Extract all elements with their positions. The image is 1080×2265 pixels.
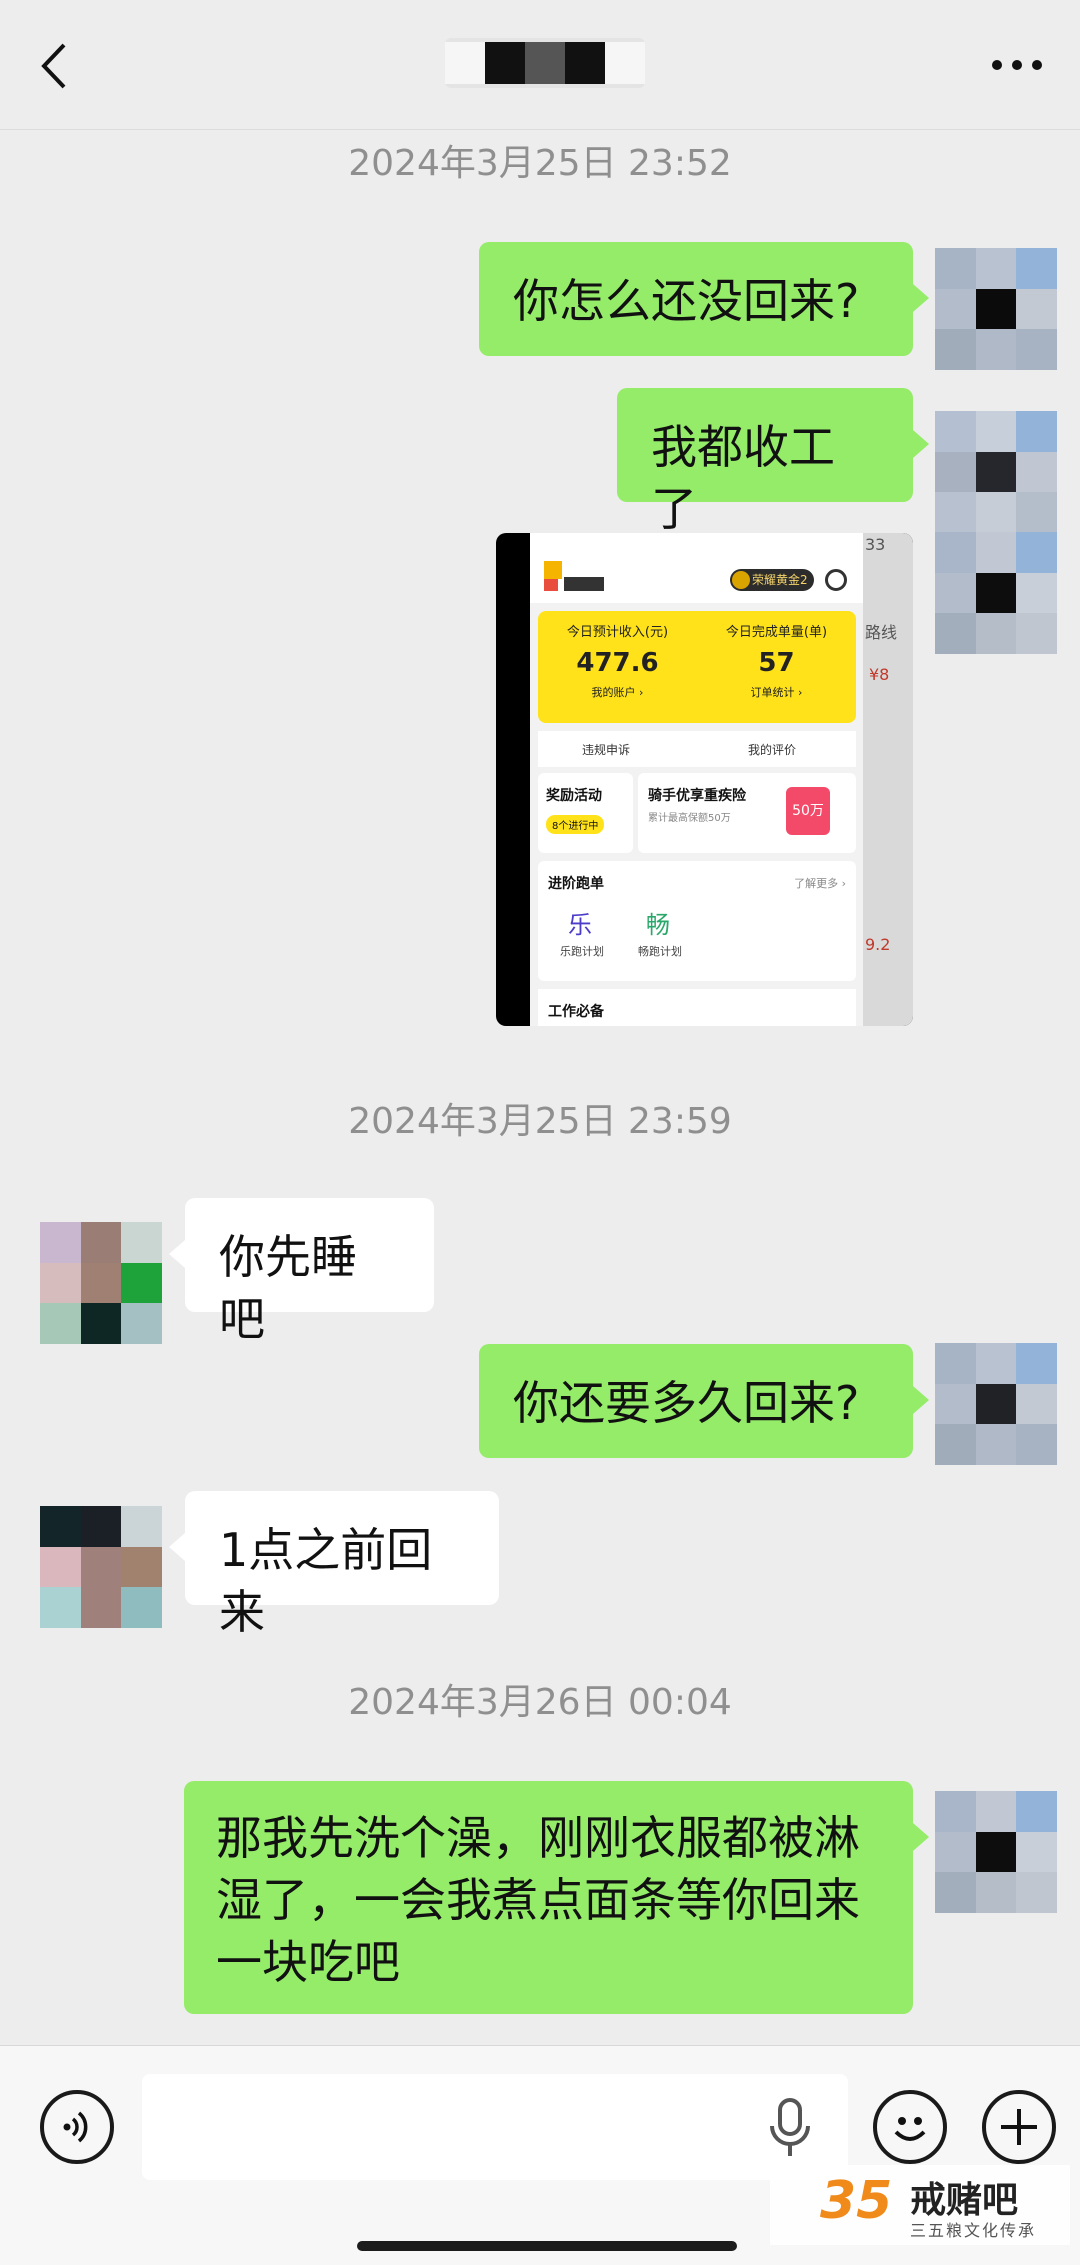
income-link: 我的账户 › [591, 686, 644, 699]
reward-card: 奖励活动 8个进行中 [538, 773, 633, 853]
work-card: 工作必备 [538, 989, 856, 1026]
side-text: 9.2 [865, 935, 891, 954]
plan2-icon: 畅 [646, 911, 670, 939]
chat-header [0, 0, 1080, 130]
more-button[interactable] [982, 40, 1052, 90]
reward-pill: 8个进行中 [546, 815, 605, 834]
my-avatar[interactable] [935, 1791, 1057, 1913]
side-text: ¥8 [869, 665, 890, 684]
insurance-sub: 累计最高保额50万 [648, 813, 731, 824]
watermark-name: 戒赌吧 [910, 2180, 1019, 2221]
timestamp: 2024年3月25日 23:52 [348, 143, 732, 184]
emoji-icon [894, 2117, 926, 2141]
income-value: 477.6 [576, 648, 659, 678]
rider-app-screenshot: 荣耀黄金2 今日预计收入(元) 477.6 我的账户 › 今日完成单量(单) 5… [530, 533, 863, 1026]
plan-card: 进阶跑单 了解更多 › 乐 畅 乐跑计划 畅跑计划 [538, 861, 856, 981]
voice-icon [63, 2111, 88, 2143]
timestamp: 2024年3月26日 00:04 [348, 1682, 732, 1723]
link-row: 违规申诉 我的评价 [538, 731, 856, 767]
reward-title: 奖励活动 [546, 788, 602, 804]
my-message-bubble[interactable]: 那我先洗个澡，刚刚衣服都被淋湿了，一会我煮点面条等你回来一块吃吧 [184, 1781, 929, 2014]
back-icon [41, 43, 66, 89]
orders-label: 今日完成单量(单) [725, 625, 828, 640]
insurance-card: 骑手优享重疾险 累计最高保额50万 50万 [638, 773, 856, 853]
contact-avatar[interactable] [40, 1506, 162, 1628]
my-avatar[interactable] [935, 532, 1057, 654]
watermark-logo: 35 [820, 2171, 893, 2231]
app-top-bar: 荣耀黄金2 [530, 533, 863, 603]
side-text: 路线 [865, 623, 898, 642]
plan-more: 了解更多 › [794, 877, 846, 890]
my-avatar[interactable] [935, 411, 1057, 533]
more-icon [992, 60, 1042, 70]
plus-button[interactable] [982, 2090, 1056, 2164]
level-badge: 荣耀黄金2 [730, 569, 814, 591]
my-message-bubble[interactable]: 你还要多久回来? [479, 1344, 929, 1458]
work-title: 工作必备 [548, 1004, 604, 1020]
back-button[interactable] [28, 36, 78, 96]
plan1-label: 乐跑计划 [560, 945, 604, 958]
my-avatar[interactable] [935, 248, 1057, 370]
side-text: 33 [865, 535, 886, 554]
voice-toggle-button[interactable] [40, 2090, 114, 2164]
my-message-bubble[interactable]: 我都收工了 [617, 388, 929, 536]
contact-message-bubble[interactable]: 你先睡吧 [169, 1198, 434, 1346]
image-message[interactable]: 荣耀黄金2 今日预计收入(元) 477.6 我的账户 › 今日完成单量(单) 5… [496, 533, 913, 1026]
watermark-sub: 三五粮文化传承 [910, 2221, 1037, 2240]
side-strip: 33 路线 ¥8 9.2 [863, 533, 913, 1026]
watermark: 35 戒赌吧 三五粮文化传承 [770, 2165, 1070, 2245]
contact-avatar[interactable] [40, 1222, 162, 1344]
contact-message-bubble[interactable]: 1点之前回来 [169, 1491, 499, 1639]
orders-link: 订单统计 › [750, 686, 803, 699]
message-input[interactable] [142, 2074, 848, 2180]
orders-value: 57 [758, 648, 795, 678]
insurance-title: 骑手优享重疾险 [648, 788, 746, 804]
income-label: 今日预计收入(元) [566, 625, 669, 640]
emoji-button[interactable] [873, 2090, 947, 2164]
settings-icon [825, 569, 847, 591]
plan1-icon: 乐 [568, 911, 592, 939]
plan2-label: 畅跑计划 [638, 945, 682, 958]
plan-title: 进阶跑单 [548, 876, 604, 892]
timestamp: 2024年3月25日 23:59 [348, 1101, 732, 1142]
mic-button[interactable] [768, 2098, 812, 2158]
plus-icon [1001, 2109, 1037, 2145]
review-link: 我的评价 [748, 743, 797, 757]
chat-title-redacted [445, 38, 645, 88]
income-card: 今日预计收入(元) 477.6 我的账户 › 今日完成单量(单) 57 订单统计… [538, 611, 856, 723]
my-message-bubble[interactable]: 你怎么还没回来? [479, 242, 929, 356]
appeal-link: 违规申诉 [582, 743, 631, 757]
mic-icon [770, 2098, 810, 2156]
home-indicator [357, 2241, 737, 2251]
insurance-badge: 50万 [786, 787, 830, 835]
my-avatar[interactable] [935, 1343, 1057, 1465]
title-mosaic [445, 42, 645, 84]
